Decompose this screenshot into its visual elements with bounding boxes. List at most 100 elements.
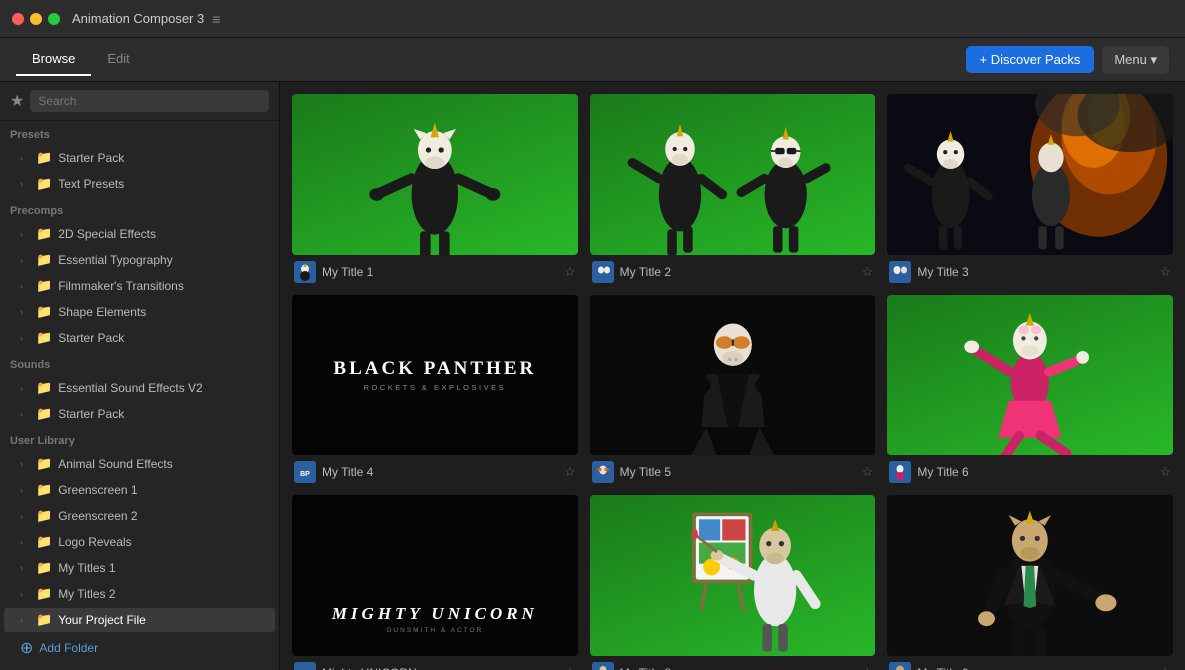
folder-icon: 📁	[36, 508, 52, 524]
section-precomps-header: Precomps	[0, 197, 279, 221]
sidebar-item-animal-sound-effects[interactable]: › 📁 Animal Sound Effects	[4, 452, 275, 476]
media-grid: My Title 1 ☆	[292, 94, 1173, 670]
sidebar-item-label: Greenscreen 1	[58, 483, 265, 497]
minimize-button[interactable]	[30, 13, 42, 25]
sidebar-item-label: Essential Typography	[58, 253, 265, 267]
item-thumbnail-small-6	[889, 461, 911, 483]
sidebar-item-label: Greenscreen 2	[58, 509, 265, 523]
maximize-button[interactable]	[48, 13, 60, 25]
grid-item-2[interactable]: My Title 2 ☆	[590, 94, 876, 283]
folder-icon: 📁	[36, 330, 52, 346]
grid-item-6[interactable]: My Title 6 ☆	[887, 295, 1173, 484]
folder-icon: 📁	[36, 278, 52, 294]
item-info-5: My Title 5	[592, 461, 671, 483]
sidebar-item-essential-typography[interactable]: › 📁 Essential Typography	[4, 248, 275, 272]
sidebar-item-shape-elements[interactable]: › 📁 Shape Elements	[4, 300, 275, 324]
sidebar-item-starter-pack-precomps[interactable]: › 📁 Starter Pack	[4, 326, 275, 350]
sidebar: ★ Presets › 📁 Starter Pack › 📁 Text Pres…	[0, 82, 280, 670]
favorites-star-button[interactable]: ★	[10, 91, 24, 111]
item-star-7[interactable]: ☆	[564, 665, 576, 670]
item-name-2: My Title 2	[620, 265, 671, 279]
add-folder-plus-icon: ⊕	[20, 638, 33, 658]
item-meta-8: My Title 8 ☆	[590, 662, 876, 670]
item-thumbnail-small-5	[592, 461, 614, 483]
item-star-8[interactable]: ☆	[862, 665, 874, 670]
sidebar-item-starter-pack-sounds[interactable]: › 📁 Starter Pack	[4, 402, 275, 426]
sidebar-item-logo-reveals[interactable]: › 📁 Logo Reveals	[4, 530, 275, 554]
item-thumbnail-small-9	[889, 662, 911, 670]
item-name-7: Mighty UNICORN	[322, 666, 417, 670]
menu-button[interactable]: Menu ▾	[1102, 46, 1169, 74]
item-name-8: My Title 8	[620, 666, 671, 670]
item-info-7: MU Mighty UNICORN	[294, 662, 417, 670]
titlebar: Animation Composer 3 ≡	[0, 0, 1185, 38]
grid-item-9[interactable]: My Title 9 ☆	[887, 495, 1173, 670]
sidebar-item-text-presets[interactable]: › 📁 Text Presets	[4, 172, 275, 196]
grid-item-4[interactable]: BLACK PANTHER ROCKETS & EXPLOSIVES BP	[292, 295, 578, 484]
folder-pink-icon: 📁	[36, 586, 52, 602]
chevron-icon: ›	[20, 179, 30, 189]
item-info-8: My Title 8	[592, 662, 671, 670]
tab-browse[interactable]: Browse	[16, 43, 91, 76]
sidebar-item-filmmakers-transitions[interactable]: › 📁 Filmmaker's Transitions	[4, 274, 275, 298]
item-star-5[interactable]: ☆	[862, 464, 874, 480]
item-thumbnail-small-7: MU	[294, 662, 316, 670]
grid-item-5[interactable]: My Title 5 ☆	[590, 295, 876, 484]
chevron-icon: ›	[20, 409, 30, 419]
sidebar-item-label: My Titles 1	[58, 561, 265, 575]
sidebar-item-2d-effects[interactable]: › 📁 2D Special Effects	[4, 222, 275, 246]
sidebar-item-label: Starter Pack	[58, 407, 265, 421]
chevron-icon: ›	[20, 229, 30, 239]
item-thumbnail-small-4: BP	[294, 461, 316, 483]
item-name-5: My Title 5	[620, 465, 671, 479]
svg-text:BP: BP	[300, 471, 310, 478]
item-meta-7: MU Mighty UNICORN ☆	[292, 662, 578, 670]
tab-edit[interactable]: Edit	[91, 43, 145, 76]
item-meta-3: My Title 3 ☆	[887, 261, 1173, 283]
item-star-2[interactable]: ☆	[862, 264, 874, 280]
search-input[interactable]	[30, 90, 269, 112]
grid-item-7[interactable]: MIGHTY UNICORN GUNSMITH & ACTOR MU	[292, 495, 578, 670]
item-star-3[interactable]: ☆	[1159, 264, 1171, 280]
add-folder-item[interactable]: ⊕ Add Folder	[4, 634, 275, 662]
tabs: Browse Edit	[16, 43, 146, 76]
folder-icon: 📁	[36, 534, 52, 550]
item-name-9: My Title 9	[917, 666, 968, 670]
chevron-icon: ›	[20, 307, 30, 317]
sidebar-item-greenscreen-2[interactable]: › 📁 Greenscreen 2	[4, 504, 275, 528]
thumbnail-2	[590, 94, 876, 255]
sidebar-item-my-titles-2[interactable]: › 📁 My Titles 2	[4, 582, 275, 606]
item-info-1: My Title 1	[294, 261, 373, 283]
thumbnail-7: MIGHTY UNICORN GUNSMITH & ACTOR	[292, 495, 578, 656]
item-star-6[interactable]: ☆	[1159, 464, 1171, 480]
discover-packs-button[interactable]: + Discover Packs	[966, 46, 1095, 73]
item-star-9[interactable]: ☆	[1159, 665, 1171, 670]
grid-item-1[interactable]: My Title 1 ☆	[292, 94, 578, 283]
sidebar-item-label: Essential Sound Effects V2	[58, 381, 265, 395]
item-star-1[interactable]: ☆	[564, 264, 576, 280]
item-thumbnail-small-3	[889, 261, 911, 283]
sidebar-item-starter-pack-presets[interactable]: › 📁 Starter Pack	[4, 146, 275, 170]
folder-icon: 📁	[36, 482, 52, 498]
chevron-icon: ›	[20, 485, 30, 495]
sidebar-item-my-titles-1[interactable]: › 📁 My Titles 1	[4, 556, 275, 580]
sidebar-item-your-project-file[interactable]: › 📁 Your Project File	[4, 608, 275, 632]
item-star-4[interactable]: ☆	[564, 464, 576, 480]
grid-item-3[interactable]: My Title 3 ☆	[887, 94, 1173, 283]
folder-icon: 📁	[36, 176, 52, 192]
grid-item-8[interactable]: My Title 8 ☆	[590, 495, 876, 670]
folder-pink-icon: 📁	[36, 612, 52, 628]
item-meta-9: My Title 9 ☆	[887, 662, 1173, 670]
main-layout: ★ Presets › 📁 Starter Pack › 📁 Text Pres…	[0, 82, 1185, 670]
item-thumbnail-small-8	[592, 662, 614, 670]
sidebar-search-row: ★	[0, 82, 279, 121]
sidebar-item-essential-sound-effects[interactable]: › 📁 Essential Sound Effects V2	[4, 376, 275, 400]
section-user-library-header: User Library	[0, 427, 279, 451]
thumbnail-1	[292, 94, 578, 255]
thumbnail-3	[887, 94, 1173, 255]
section-presets-header: Presets	[0, 121, 279, 145]
sidebar-item-label: My Titles 2	[58, 587, 265, 601]
hamburger-icon[interactable]: ≡	[212, 11, 220, 27]
close-button[interactable]	[12, 13, 24, 25]
sidebar-item-greenscreen-1[interactable]: › 📁 Greenscreen 1	[4, 478, 275, 502]
